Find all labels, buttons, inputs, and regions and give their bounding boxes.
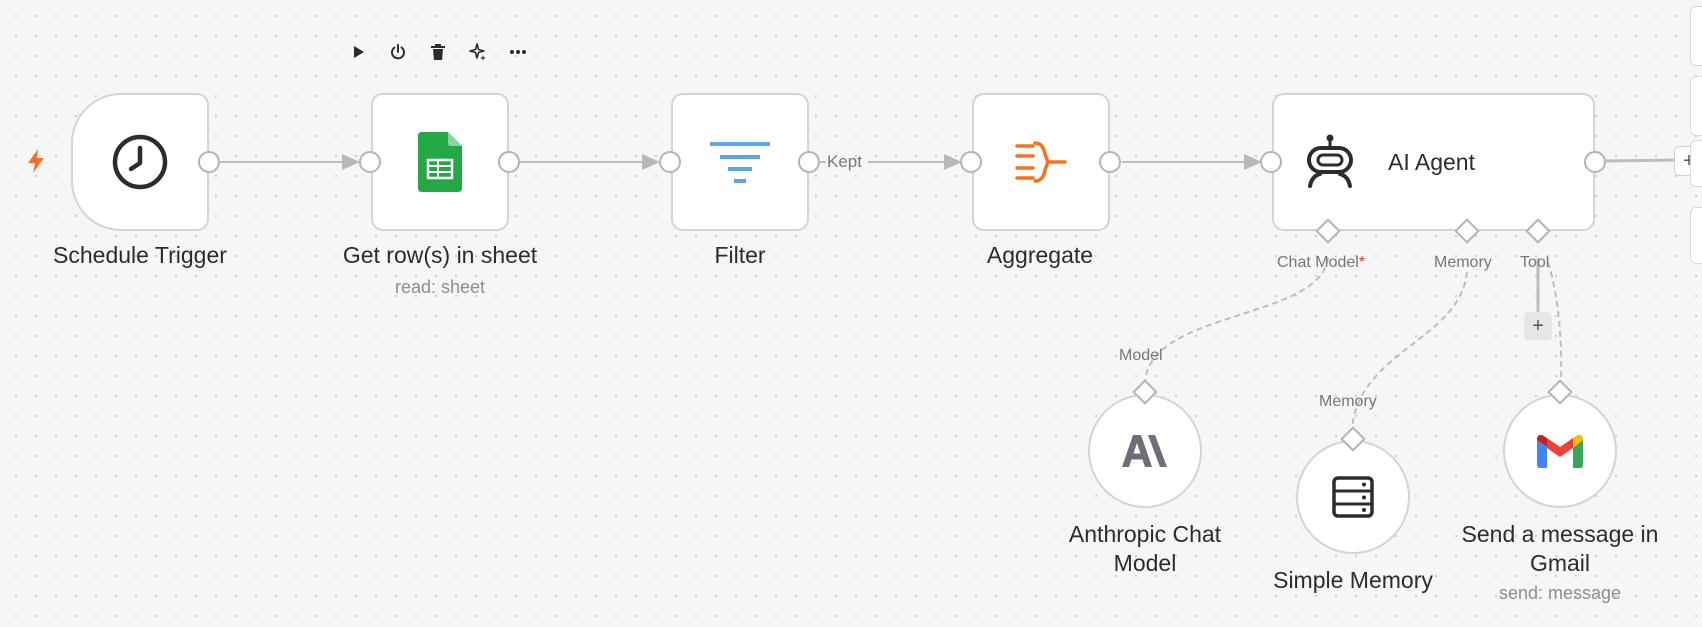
sheets-sublabel: read: sheet: [394, 277, 486, 297]
sheets-input-handle[interactable]: [359, 151, 381, 173]
side-panel-button-4[interactable]: [1690, 207, 1702, 264]
node-toolbar: [348, 42, 528, 62]
agent-output-handle[interactable]: [1584, 151, 1606, 173]
edge-agent-next[interactable]: [1605, 158, 1681, 163]
anthropic-logo-icon: [1122, 435, 1167, 467]
play-icon[interactable]: [348, 42, 368, 62]
filter-output-handle[interactable]: [798, 151, 820, 173]
filter-input-handle[interactable]: [659, 151, 681, 173]
node-ai-agent[interactable]: AI Agent: [1272, 93, 1595, 231]
node-schedule-trigger[interactable]: [71, 93, 209, 231]
sheets-output-handle[interactable]: [498, 151, 520, 173]
anthropic-label: Anthropic Chat Model: [1068, 521, 1222, 576]
gmail-label: Send a message in Gmail: [1461, 521, 1659, 576]
database-icon: [1332, 476, 1374, 518]
node-simple-memory[interactable]: [1296, 440, 1410, 554]
tool-port-label: Tool: [1520, 254, 1550, 271]
side-panel-button-1[interactable]: [1690, 6, 1702, 66]
node-filter[interactable]: [671, 93, 809, 231]
node-send-gmail[interactable]: [1503, 394, 1617, 508]
edge-model-connection[interactable]: [1144, 257, 1329, 383]
agent-input-handle[interactable]: [1260, 151, 1282, 173]
clock-icon: [112, 134, 168, 190]
google-sheets-icon: [418, 132, 462, 192]
memory-input-label: Memory: [1319, 393, 1377, 410]
aggregate-icon: [1015, 141, 1067, 183]
sparkle-icon[interactable]: [468, 42, 488, 62]
add-tool-button[interactable]: +: [1524, 312, 1552, 340]
sheets-label: Get row(s) in sheet: [342, 242, 538, 268]
node-aggregate[interactable]: [972, 93, 1110, 231]
simple-memory-label: Simple Memory: [1273, 567, 1433, 593]
ai-agent-label: AI Agent: [1388, 148, 1475, 175]
node-anthropic-chat-model[interactable]: [1088, 394, 1202, 508]
required-asterisk: *: [1358, 254, 1366, 271]
power-icon[interactable]: [388, 42, 408, 62]
node-get-rows-sheet[interactable]: [371, 93, 509, 231]
gmail-sublabel: send: message: [1498, 583, 1622, 603]
robot-icon: [1307, 134, 1353, 188]
side-panel-button-3[interactable]: [1690, 140, 1702, 187]
anthropic-input-label: Model: [1119, 347, 1163, 364]
aggregate-output-handle[interactable]: [1099, 151, 1121, 173]
side-panel-button-2[interactable]: [1690, 76, 1702, 136]
gmail-icon: [1537, 434, 1583, 468]
filter-label: Filter: [714, 242, 766, 268]
schedule-trigger-label: Schedule Trigger: [53, 242, 227, 268]
filter-icon: [710, 142, 770, 183]
aggregate-label: Aggregate: [986, 242, 1094, 268]
filter-kept-label: Kept: [827, 152, 862, 171]
schedule-output-handle[interactable]: [198, 151, 220, 173]
trash-icon[interactable]: [428, 42, 448, 62]
memory-port-label: Memory: [1434, 254, 1492, 271]
aggregate-input-handle[interactable]: [960, 151, 982, 173]
trigger-bolt-icon: [28, 149, 44, 173]
chat-model-port-label: Chat Model*: [1277, 254, 1366, 271]
more-icon[interactable]: [508, 42, 528, 62]
